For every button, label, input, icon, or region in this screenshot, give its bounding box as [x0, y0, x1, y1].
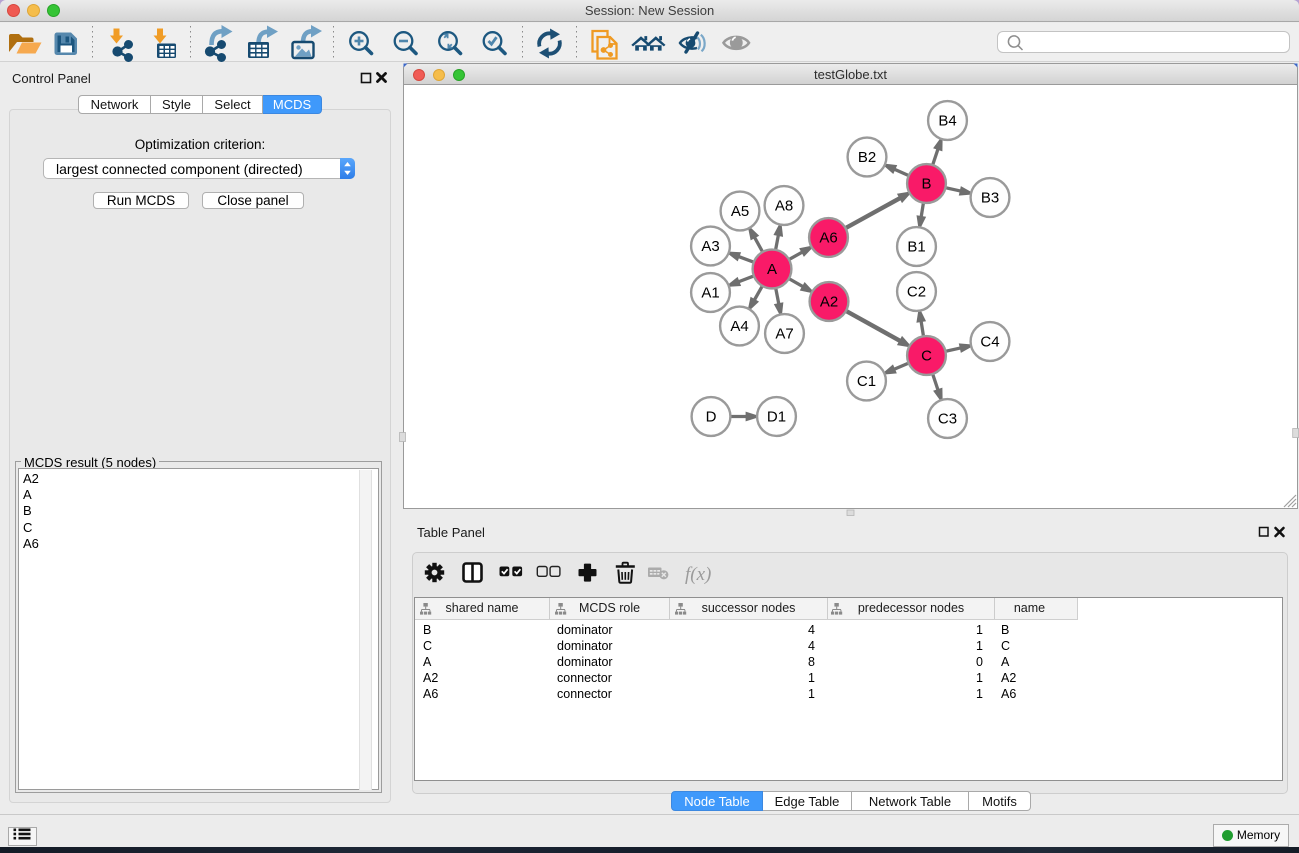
svg-text:A2: A2 [820, 294, 838, 311]
svg-text:C1: C1 [857, 373, 876, 390]
svg-text:B3: B3 [981, 190, 999, 207]
svg-text:B2: B2 [858, 149, 876, 166]
svg-text:A5: A5 [731, 203, 749, 220]
svg-text:A7: A7 [775, 326, 793, 343]
svg-text:A1: A1 [701, 285, 719, 302]
svg-text:D: D [706, 409, 717, 426]
svg-text:A8: A8 [775, 198, 793, 215]
svg-text:B: B [921, 176, 931, 193]
svg-text:A: A [767, 261, 777, 278]
svg-text:C4: C4 [980, 334, 999, 351]
svg-text:D1: D1 [767, 409, 786, 426]
svg-text:B4: B4 [938, 113, 956, 130]
svg-text:C2: C2 [907, 284, 926, 301]
svg-text:A4: A4 [730, 318, 748, 335]
svg-text:C3: C3 [938, 411, 957, 428]
svg-text:A3: A3 [701, 238, 719, 255]
svg-text:C: C [921, 348, 932, 365]
svg-text:A6: A6 [819, 230, 837, 247]
svg-text:B1: B1 [907, 239, 925, 256]
